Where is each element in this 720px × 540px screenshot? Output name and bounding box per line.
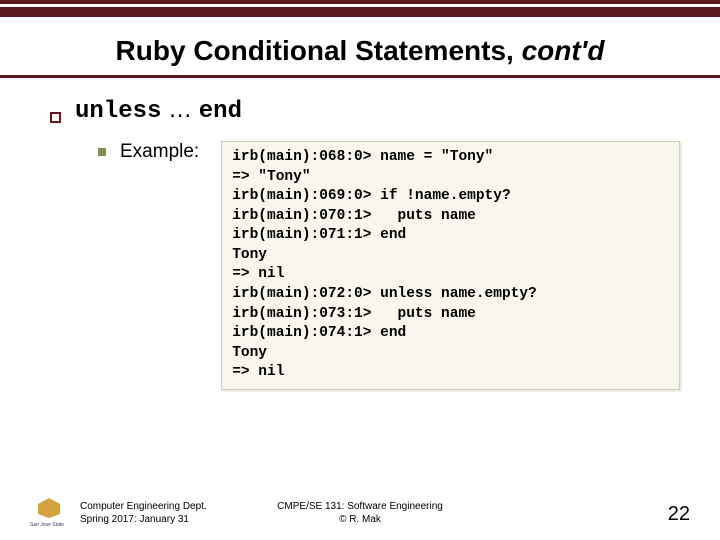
- decorative-top-bars: [0, 0, 720, 17]
- footer-dept: Computer Engineering Dept.: [80, 501, 207, 514]
- footer-left: Computer Engineering Dept. Spring 2017: …: [80, 501, 207, 526]
- title-main: Ruby Conditional Statements,: [116, 35, 522, 66]
- footer-center: CMPE/SE 131: Software Engineering © R. M…: [277, 501, 443, 526]
- title-italic: cont'd: [522, 35, 605, 66]
- content-area: unless … end Example: irb(main):068:0> n…: [0, 96, 720, 390]
- footer-copyright: © R. Mak: [277, 514, 443, 527]
- footer-date: Spring 2017: January 31: [80, 514, 207, 527]
- page-number: 22: [668, 503, 690, 526]
- square-bullet-icon: [50, 112, 61, 123]
- bullet-level1: unless … end: [50, 96, 680, 125]
- ellipsis-text: …: [161, 96, 198, 123]
- example-label: Example:: [120, 141, 199, 163]
- title-underline: [0, 75, 720, 78]
- footer-course: CMPE/SE 131: Software Engineering: [277, 501, 443, 514]
- filled-square-bullet-icon: [98, 148, 106, 156]
- bullet-level2: Example: irb(main):068:0> name = "Tony" …: [98, 141, 680, 390]
- logo-caption: San Jose State: [30, 522, 64, 528]
- slide-title: Ruby Conditional Statements, cont'd: [0, 17, 720, 75]
- heading-text: unless … end: [75, 96, 242, 125]
- keyword-unless: unless: [75, 98, 161, 125]
- keyword-end: end: [199, 98, 242, 125]
- code-block: irb(main):068:0> name = "Tony" => "Tony"…: [221, 141, 680, 390]
- slide-footer: San Jose State Computer Engineering Dept…: [0, 498, 720, 526]
- university-logo-icon: San Jose State: [30, 498, 70, 526]
